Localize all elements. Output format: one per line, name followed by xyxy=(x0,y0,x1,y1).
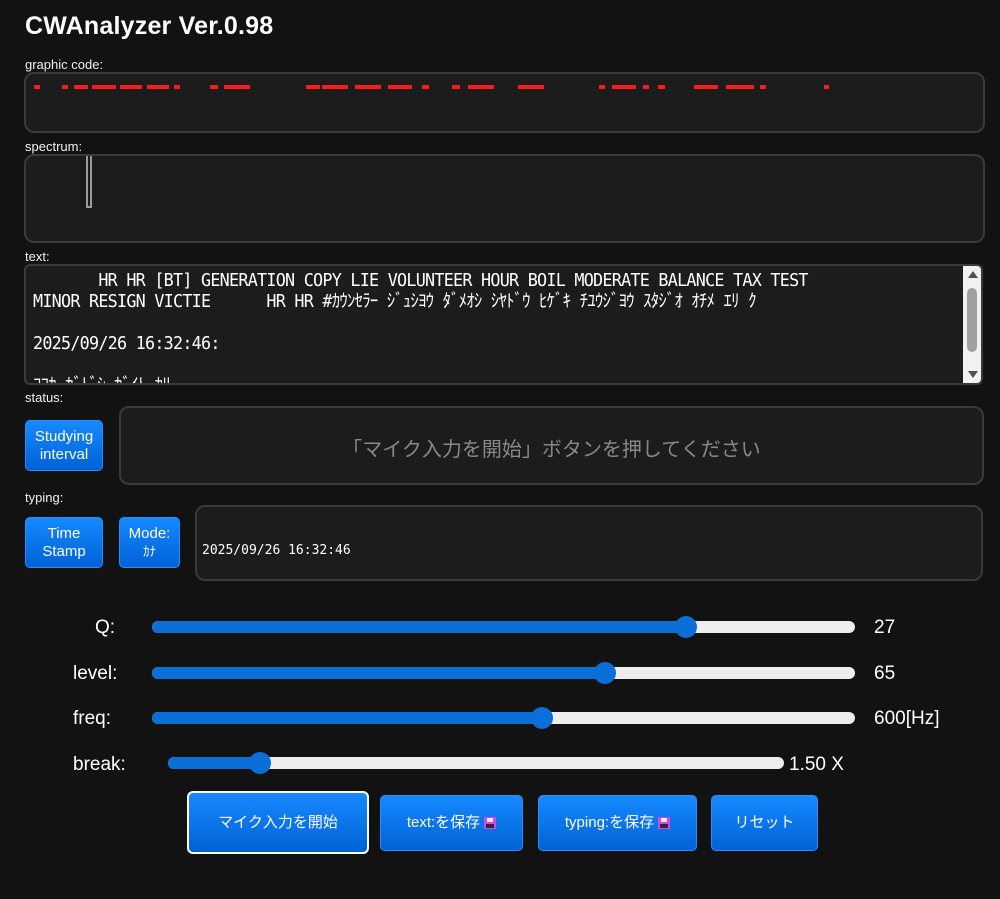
code-mark xyxy=(694,85,718,89)
scroll-up-arrow-icon[interactable] xyxy=(968,271,978,278)
button-label: Mode: xyxy=(128,524,171,542)
floppy-disk-icon xyxy=(658,817,671,829)
text-label: text: xyxy=(25,249,50,264)
button-label: Studying xyxy=(34,427,94,445)
text-line-blank xyxy=(33,354,893,375)
code-mark xyxy=(92,85,116,89)
code-mark xyxy=(658,85,665,89)
code-mark xyxy=(599,85,605,89)
q-slider-label: Q: xyxy=(95,617,116,638)
button-label: Stamp xyxy=(42,542,86,560)
code-mark xyxy=(824,85,829,89)
code-mark xyxy=(147,85,169,89)
code-mark xyxy=(322,85,348,89)
text-line: ｺｺｶ ｶﾞﾄﾞｼ ｶﾞｲﾄ ｶﾘｰ xyxy=(33,375,893,383)
scroll-down-arrow-icon[interactable] xyxy=(968,371,978,378)
text-scrollbar[interactable] xyxy=(963,266,981,383)
freq-slider-label: freq: xyxy=(73,708,112,729)
save-typing-button[interactable]: typing:を保存 xyxy=(538,795,697,851)
app-title: CWAnalyzer Ver.0.98 xyxy=(25,12,274,40)
break-slider-label: break: xyxy=(73,754,126,775)
code-mark xyxy=(174,85,180,89)
text-line-blank xyxy=(33,312,893,333)
graphic-code-display xyxy=(24,72,985,133)
mode-toggle-button[interactable]: Mode: ｶﾅ xyxy=(119,517,180,568)
code-mark xyxy=(760,85,766,89)
break-slider-thumb[interactable] xyxy=(249,752,272,774)
status-message: 「マイク入力を開始」ボタンを押してください xyxy=(342,437,761,461)
spectrum-label: spectrum: xyxy=(25,139,83,154)
code-mark xyxy=(726,85,754,89)
save-text-button[interactable]: text:を保存 xyxy=(380,795,523,851)
code-mark xyxy=(74,85,88,89)
floppy-disk-icon xyxy=(484,817,497,829)
q-slider-value: 27 xyxy=(874,617,896,638)
freq-slider[interactable] xyxy=(152,712,855,724)
typing-input[interactable]: 2025/09/26 16:32:46 xyxy=(195,505,983,581)
button-label: リセット xyxy=(734,814,795,831)
level-slider-fill xyxy=(152,667,606,679)
code-mark xyxy=(452,85,460,89)
button-label: text:を保存 xyxy=(406,814,481,831)
studying-interval-button[interactable]: Studying interval xyxy=(25,420,103,471)
scrollbar-thumb[interactable] xyxy=(967,288,977,352)
code-mark xyxy=(612,85,636,89)
freq-slider-thumb[interactable] xyxy=(531,707,554,729)
code-mark xyxy=(468,85,494,89)
typing-label: typing: xyxy=(25,490,64,505)
typing-value: 2025/09/26 16:32:46 xyxy=(202,543,351,558)
start-mic-button[interactable]: マイク入力を開始 xyxy=(187,791,369,854)
decoded-text-area[interactable]: HR HR [BT] GENERATION COPY LIE VOLUNTEER… xyxy=(24,264,983,385)
freq-slider-fill xyxy=(152,712,543,724)
break-slider-value: 1.50 X xyxy=(789,754,844,775)
code-mark xyxy=(518,85,544,89)
text-line: MINOR RESIGN VICTIE HR HR #ｶｳﾝｾﾗｰ ｼﾞｭｼﾖｳ… xyxy=(33,291,756,312)
graphic-code-label: graphic code: xyxy=(25,57,104,72)
spectrum-display xyxy=(24,154,985,243)
button-label: マイク入力を開始 xyxy=(218,813,338,831)
freq-slider-value: 600[Hz] xyxy=(874,708,940,729)
text-line: 2025/09/26 16:32:46: xyxy=(33,333,220,354)
button-label: typing:を保存 xyxy=(564,814,655,831)
reset-button[interactable]: リセット xyxy=(711,795,818,851)
button-label: interval xyxy=(39,445,89,463)
q-slider-thumb[interactable] xyxy=(675,616,698,638)
level-slider-value: 65 xyxy=(874,663,896,684)
status-display: 「マイク入力を開始」ボタンを押してください xyxy=(119,406,984,485)
code-mark xyxy=(306,85,320,89)
status-label: status: xyxy=(25,390,64,405)
code-mark xyxy=(388,85,412,89)
level-slider[interactable] xyxy=(152,667,855,679)
code-mark xyxy=(224,85,250,89)
level-slider-label: level: xyxy=(73,663,118,684)
code-mark xyxy=(355,85,381,89)
code-mark xyxy=(643,85,649,89)
mode-value: ｶﾅ xyxy=(142,543,156,559)
button-label: Time xyxy=(47,524,81,542)
code-mark xyxy=(34,85,40,89)
code-mark xyxy=(422,85,429,89)
code-mark xyxy=(62,85,68,89)
code-mark xyxy=(120,85,142,89)
q-slider[interactable] xyxy=(152,621,855,633)
break-slider-fill xyxy=(168,757,261,769)
time-stamp-button[interactable]: Time Stamp xyxy=(25,517,103,568)
level-slider-thumb[interactable] xyxy=(594,662,617,684)
spectrum-peak-marker xyxy=(86,156,92,208)
code-mark xyxy=(210,85,218,89)
decoded-text-content: HR HR [BT] GENERATION COPY LIE VOLUNTEER… xyxy=(33,270,893,383)
text-line: HR HR [BT] GENERATION COPY LIE VOLUNTEER… xyxy=(33,270,808,291)
q-slider-fill xyxy=(152,621,687,633)
